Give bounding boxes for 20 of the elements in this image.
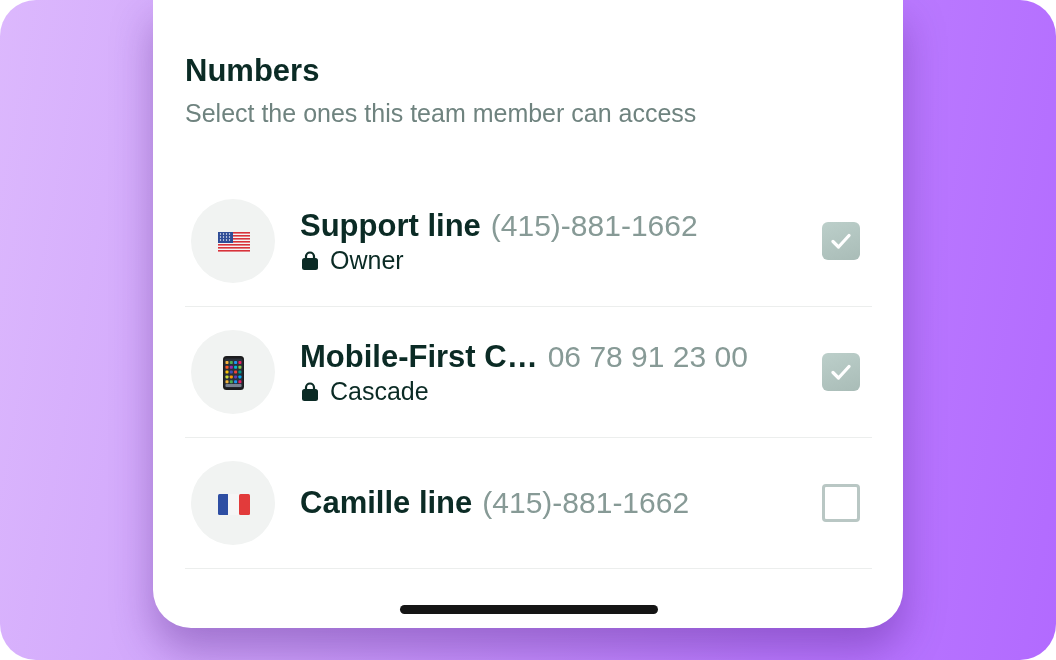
- checkbox[interactable]: [822, 484, 860, 522]
- lock-icon: [302, 381, 318, 401]
- line-name: Camille line: [300, 484, 473, 522]
- flag-icon: [191, 461, 275, 545]
- phone-number: (415)-881-1662: [490, 208, 698, 244]
- section-subtitle: Select the ones this team member can access: [185, 98, 697, 128]
- role-label: Cascade: [330, 376, 429, 406]
- phone-icon: [191, 330, 275, 414]
- check-icon: [831, 233, 851, 249]
- check-icon: [831, 364, 851, 380]
- checkbox[interactable]: [822, 222, 860, 260]
- phone-number: 06 78 91 23 00: [547, 339, 748, 375]
- lock-icon: [302, 250, 318, 270]
- flag-icon: [191, 199, 275, 283]
- section-title: Numbers: [185, 52, 320, 90]
- phone-number: (415)-881-1662: [482, 485, 690, 521]
- line-name: Support line: [300, 207, 481, 245]
- checkbox[interactable]: [822, 353, 860, 391]
- role-label: Owner: [330, 245, 404, 275]
- line-name: Mobile-First C…: [300, 338, 538, 376]
